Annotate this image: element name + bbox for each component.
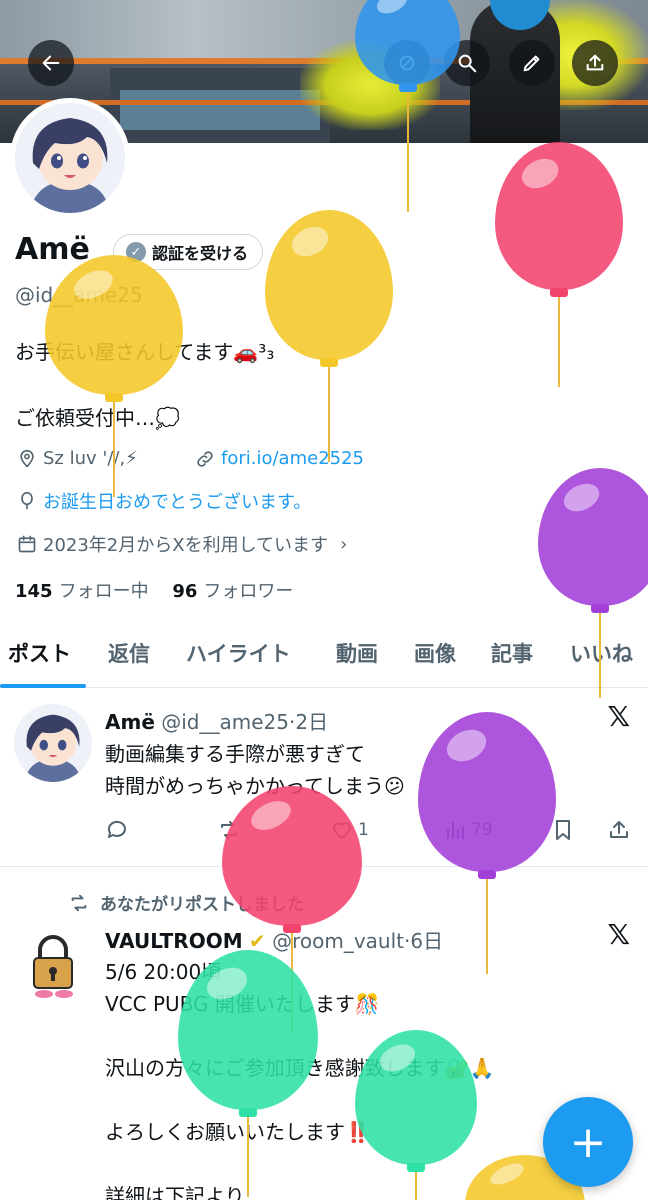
verified-badge-icon: ✔ [248, 929, 266, 953]
post-text-line: 時間がめっちゃかかってしまう😕 [105, 774, 405, 798]
arrow-left-icon [42, 55, 60, 71]
post-author[interactable]: VAULTROOM [105, 929, 243, 953]
following-label: フォロー中 [58, 581, 149, 602]
like-count: 1 [358, 820, 369, 840]
post-handle[interactable]: @room_vault [272, 929, 404, 953]
tab-highlights[interactable]: ハイライト [186, 638, 291, 668]
post-avatar[interactable] [14, 928, 92, 1006]
vault-lock-avatar [14, 928, 92, 1006]
like-button[interactable]: 1 [330, 818, 369, 842]
repost-note-text: あなたがリポストしました [100, 895, 304, 915]
followers-label: フォロワー [203, 581, 294, 602]
website-meta[interactable]: fori.io/ame2525 [195, 448, 364, 469]
link-icon [197, 450, 213, 467]
joined-meta[interactable]: 2023年2月からXを利用しています › [17, 531, 347, 557]
plus-icon: + [569, 1116, 607, 1168]
following-link[interactable]: 145 フォロー中 [15, 581, 149, 602]
profile-avatar[interactable] [10, 98, 130, 218]
post-header: Amë @id__ame25·2日 [105, 706, 328, 735]
post-text-line [105, 1020, 494, 1052]
post-text-line: 5/6 20:00頃 [105, 960, 222, 984]
balloon-icon [495, 142, 623, 392]
location-text: Sz luv '//,⚡ [43, 448, 138, 469]
avatar-illustration [14, 704, 92, 782]
post-text-line [105, 1148, 494, 1180]
heart-icon [333, 822, 351, 839]
post-header: VAULTROOM ✔ @room_vault·6日 [105, 925, 443, 954]
profile-handle: @id__ame25 [15, 283, 143, 307]
balloon-icon [265, 210, 393, 467]
bookmark-icon [556, 820, 570, 840]
share-upload-icon [610, 821, 628, 838]
tab-replies[interactable]: 返信 [108, 638, 150, 668]
get-verified-label: 認証を受ける [152, 244, 249, 263]
post-text-line: 詳細は下記より [105, 1184, 245, 1200]
compose-post-button[interactable]: + [543, 1097, 633, 1187]
profile-name: Amë [15, 232, 90, 267]
reply-icon [107, 820, 126, 838]
repost-icon [71, 894, 87, 911]
tab-videos[interactable]: 動画 [336, 638, 378, 668]
share-button[interactable] [572, 40, 618, 86]
post-avatar[interactable] [14, 704, 92, 782]
edit-pencil-icon [523, 55, 540, 72]
balloon-icon [21, 491, 33, 510]
birthday-text[interactable]: お誕生日おめでとうございます。 [43, 488, 311, 514]
location-pin-icon [20, 449, 34, 467]
repost-icon [221, 821, 237, 839]
views-chart-icon [447, 822, 464, 839]
post-actions: 1 79 [105, 818, 635, 848]
x-logo-icon: 𝕏 [607, 700, 630, 733]
views-button[interactable]: 79 [443, 818, 493, 842]
views-count: 79 [471, 820, 493, 840]
grok-button[interactable] [384, 40, 430, 86]
chevron-right-icon: › [340, 533, 348, 555]
tab-posts[interactable]: ポスト [8, 638, 71, 668]
active-tab-indicator [0, 684, 86, 688]
verified-check-icon: ✓ [126, 242, 146, 262]
avatar-illustration [15, 103, 125, 213]
tab-images[interactable]: 画像 [414, 638, 456, 668]
post-handle[interactable]: @id__ame25 [161, 710, 289, 734]
share-post-button[interactable] [607, 818, 631, 842]
repost-button[interactable] [217, 818, 241, 842]
follow-stats: 145 フォロー中 96 フォロワー [15, 577, 293, 603]
post-text: 動画編集する手際が悪すぎて 時間がめっちゃかかってしまう😕 [105, 738, 405, 802]
post-author[interactable]: Amë [105, 710, 155, 734]
repost-note: あなたがリポストしました [68, 890, 304, 915]
search-icon [458, 54, 477, 73]
edit-button[interactable] [509, 40, 555, 86]
post-divider [0, 866, 648, 867]
search-button[interactable] [444, 40, 490, 86]
location-meta: Sz luv '//,⚡ [17, 448, 138, 469]
joined-text: 2023年2月からXを利用しています [43, 535, 329, 556]
slash-circle-icon [399, 55, 415, 71]
post-text-line: よろしくお願いいたします‼️ [105, 1120, 370, 1144]
website-link[interactable]: fori.io/ame2525 [221, 448, 364, 469]
post-text-line [105, 1084, 494, 1116]
birthday-meta: お誕生日おめでとうございます。 [17, 488, 311, 514]
tab-articles[interactable]: 記事 [491, 638, 533, 668]
post-text: 5/6 20:00頃 VCC PUBG 開催いたします🎊 沢山の方々にご参加頂き… [105, 956, 494, 1200]
tab-likes[interactable]: いいね [570, 638, 633, 668]
x-logo-icon: 𝕏 [607, 918, 630, 951]
bio-line-2: ご依頼受付中…💭 [15, 406, 180, 430]
following-count: 145 [15, 581, 53, 602]
calendar-icon [18, 535, 36, 553]
bookmark-button[interactable] [551, 818, 575, 842]
get-verified-button[interactable]: ✓ 認証を受ける [113, 234, 264, 270]
reply-button[interactable] [105, 818, 129, 842]
followers-link[interactable]: 96 フォロワー [172, 581, 293, 602]
bio-line-1: お手伝い屋さんしてます🚗³₃ [15, 340, 275, 364]
post-time: ·2日 [289, 710, 329, 734]
share-upload-icon [586, 54, 604, 71]
profile-tabs: ポスト 返信 ハイライト 動画 画像 記事 いいね [0, 628, 648, 688]
back-button[interactable] [28, 40, 74, 86]
followers-count: 96 [172, 581, 198, 602]
post-text-line: 動画編集する手際が悪すぎて [105, 742, 365, 766]
post-text-line: 沢山の方々にご参加頂き感謝致します🔐🙏 [105, 1056, 495, 1080]
post-text-line: VCC PUBG 開催いたします🎊 [105, 992, 380, 1016]
post-time: ·6日 [404, 929, 444, 953]
